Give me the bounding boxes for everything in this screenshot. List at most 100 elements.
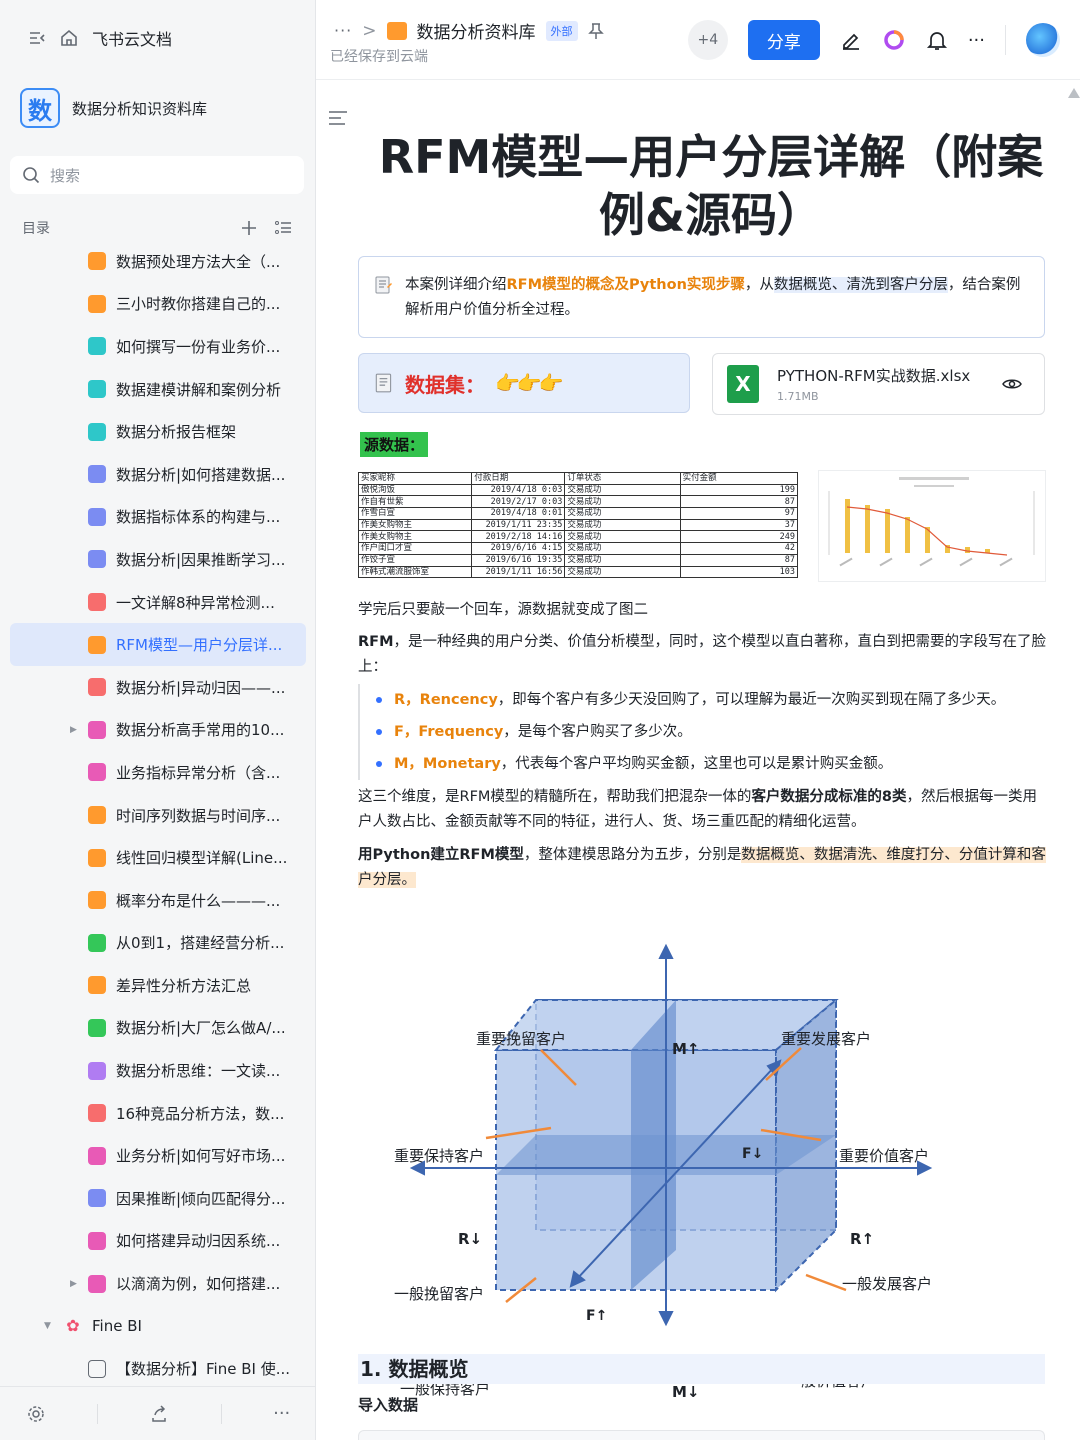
table-cell: 交易成功	[564, 565, 681, 579]
sidebar-doc-item[interactable]: 如何撰写一份有业务价...	[10, 325, 306, 368]
attachment-card[interactable]: X PYTHON-RFM实战数据.xlsx 1.71MB	[712, 353, 1045, 415]
sidebar-doc-item[interactable]: 三小时教你搭建自己的...	[10, 283, 306, 326]
axis-label: R↓	[458, 1230, 483, 1248]
sidebar-doc-item[interactable]: 从0到1，搭建经营分析...	[10, 922, 306, 965]
collapse-sidebar-icon[interactable]	[28, 30, 46, 46]
table-cell: 作自有世紫	[357, 495, 473, 509]
sidebar-item-label: 三小时教你搭建自己的...	[116, 295, 281, 314]
sidebar-doc-item[interactable]: 16种竞品分析方法，数...	[10, 1092, 306, 1135]
bullet-key: M，Monetary	[394, 756, 501, 772]
sidebar-group-finebi[interactable]: ▼ ✿ Fine BI	[10, 1305, 306, 1348]
sidebar-doc-item[interactable]: 因果推断|倾向匹配得分...	[10, 1177, 306, 1220]
app-root: 飞书云文档 数 数据分析知识资料库 搜索 目录 数据预处理方法大全（... 三小…	[0, 0, 1080, 1440]
expand-caret-icon[interactable]: ▶	[70, 725, 77, 735]
pin-icon[interactable]	[587, 22, 604, 40]
sidebar-doc-item[interactable]: 差异性分析方法汇总	[10, 964, 306, 1007]
segment-label: 一般发展客户	[842, 1275, 933, 1293]
edit-icon[interactable]	[840, 29, 862, 51]
doc-type-icon	[88, 720, 106, 739]
sidebar-doc-item[interactable]: 业务分析|如何写好市场...	[10, 1134, 306, 1177]
sidebar-item-label: 如何撰写一份有业务价...	[116, 337, 281, 356]
share-button[interactable]: 分享	[747, 20, 820, 60]
sidebar-item-label: 从0到1，搭建经营分析...	[116, 934, 285, 953]
para-text: ，整体建模思路分为五步，分别是	[523, 847, 742, 863]
table-row: 作饺子宣 2019/6/16 19:35 交易成功 87	[357, 553, 799, 567]
paragraph-rfm-intro: RFM，是一种经典的用户分类、价值分析模型，同时，这个模型以直白著称，直白到把需…	[358, 630, 1048, 680]
doc-type-icon	[88, 422, 106, 441]
sidebar-doc-item[interactable]: 【数据分析】Fine BI 使...	[10, 1347, 306, 1385]
pointing-hands-icon: 👉👉👉	[495, 371, 564, 395]
code-block[interactable]	[358, 1430, 1045, 1440]
footer-divider	[97, 1403, 99, 1424]
segment-label: 重要价值客户	[839, 1147, 930, 1165]
table-cell: 87	[679, 553, 799, 567]
table-cell: 37	[679, 518, 799, 532]
settings-icon[interactable]	[26, 1404, 46, 1424]
sidebar-item-label: 线性回归模型详解(Line...	[116, 849, 288, 868]
home-icon[interactable]	[60, 29, 78, 47]
doc-type-icon	[88, 1146, 106, 1165]
sidebar-doc-item[interactable]: 一文详解8种异常检测...	[10, 581, 306, 624]
expand-caret-icon[interactable]: ▶	[70, 1279, 77, 1289]
avatar[interactable]	[1026, 23, 1060, 57]
sidebar-doc-item[interactable]: 概率分布是什么———...	[10, 879, 306, 922]
sidebar-item-label: Fine BI	[92, 1317, 142, 1336]
doc-type-icon	[88, 1189, 106, 1208]
scroll-up-arrow-icon[interactable]	[1068, 88, 1080, 98]
sidebar-doc-item[interactable]: 数据分析思维：一文读...	[10, 1049, 306, 1092]
sidebar-doc-item[interactable]: 数据分析|如何搭建数据...	[10, 453, 306, 496]
table-cell: 249	[679, 530, 799, 544]
table-row: 作自有世紫 2019/2/17 0:03 交易成功 87	[357, 495, 799, 509]
table-cell: 作美女购物主	[357, 530, 473, 544]
axis-label: F↑	[586, 1308, 608, 1324]
sidebar-item-label: 数据分析思维：一文读...	[116, 1062, 281, 1081]
notification-bell-icon[interactable]	[926, 29, 948, 51]
save-status: 已经保存到云端	[330, 49, 428, 65]
sidebar-doc-item[interactable]: ▶ 以滴滴为例，如何搭建...	[10, 1262, 306, 1305]
folder-title[interactable]: 数据分析资料库	[417, 18, 536, 43]
external-tag: 外部	[545, 20, 578, 41]
sidebar-doc-item[interactable]: 数据分析|大厂怎么做A/...	[10, 1007, 306, 1050]
search-placeholder: 搜索	[50, 166, 81, 185]
sidebar-doc-item[interactable]: 数据分析|因果推断学习...	[10, 538, 306, 581]
footer-divider	[220, 1403, 222, 1424]
app-name[interactable]: 飞书云文档	[92, 26, 172, 50]
sidebar-doc-item[interactable]: 数据分析报告框架	[10, 410, 306, 453]
ai-assistant-icon[interactable]	[882, 28, 906, 52]
sidebar-doc-item[interactable]: 线性回归模型详解(Line...	[10, 836, 306, 879]
sidebar-doc-item[interactable]: RFM模型—用户分层详...	[10, 623, 306, 666]
header-more-icon[interactable]: ···	[968, 30, 985, 51]
dataset-callout: 数据集： 👉👉👉	[358, 353, 690, 413]
footer-more-icon[interactable]: ···	[273, 1403, 290, 1424]
collapse-caret-icon[interactable]: ▼	[44, 1321, 51, 1331]
segment-label: 重要挽留客户	[476, 1030, 567, 1048]
sidebar-doc-item[interactable]: ▶ 数据分析高手常用的10...	[10, 709, 306, 752]
share-out-icon[interactable]	[149, 1404, 169, 1424]
bullet-key: F，Frequency	[394, 724, 504, 740]
sidebar-doc-item[interactable]: 业务指标异常分析（含...	[10, 751, 306, 794]
sidebar-doc-item[interactable]: 数据指标体系的构建与...	[10, 496, 306, 539]
axis-label: M↑	[672, 1040, 700, 1058]
sidebar-doc-item[interactable]: 如何搭建异动归因系统...	[10, 1220, 306, 1263]
doc-content[interactable]: RFM模型—用户分层详解（附案例&源码） 本案例详细介绍RFM模型的概念及Pyt…	[316, 80, 1080, 1440]
outline-menu-icon[interactable]	[328, 110, 348, 126]
add-icon[interactable]	[240, 219, 258, 237]
header-actions: +4 分享 ···	[687, 20, 1060, 60]
list-settings-icon[interactable]	[274, 219, 292, 237]
sidebar-doc-item[interactable]: 数据预处理方法大全（...	[10, 240, 306, 283]
doc-type-icon	[88, 380, 106, 399]
search-input[interactable]: 搜索	[10, 156, 304, 194]
sidebar-doc-item[interactable]: 数据建模讲解和案例分析	[10, 368, 306, 411]
knowledge-base-header[interactable]: 数 数据分析知识资料库	[20, 88, 207, 128]
sidebar-item-label: 业务分析|如何写好市场...	[116, 1147, 286, 1166]
sidebar-doc-item[interactable]: 时间序列数据与时间序...	[10, 794, 306, 837]
sidebar-top: 飞书云文档	[28, 26, 172, 50]
collaborators-count[interactable]: +4	[687, 20, 728, 60]
table-cell: 作饺子宣	[357, 553, 473, 567]
sidebar-item-label: 数据建模讲解和案例分析	[116, 380, 282, 399]
sidebar-doc-item[interactable]: 数据分析|异动归因——...	[10, 666, 306, 709]
sidebar-footer: ···	[0, 1386, 316, 1440]
breadcrumb-more[interactable]: ···	[334, 21, 352, 40]
file-size: 1.71MB	[777, 390, 819, 403]
preview-eye-icon[interactable]	[1002, 376, 1022, 392]
